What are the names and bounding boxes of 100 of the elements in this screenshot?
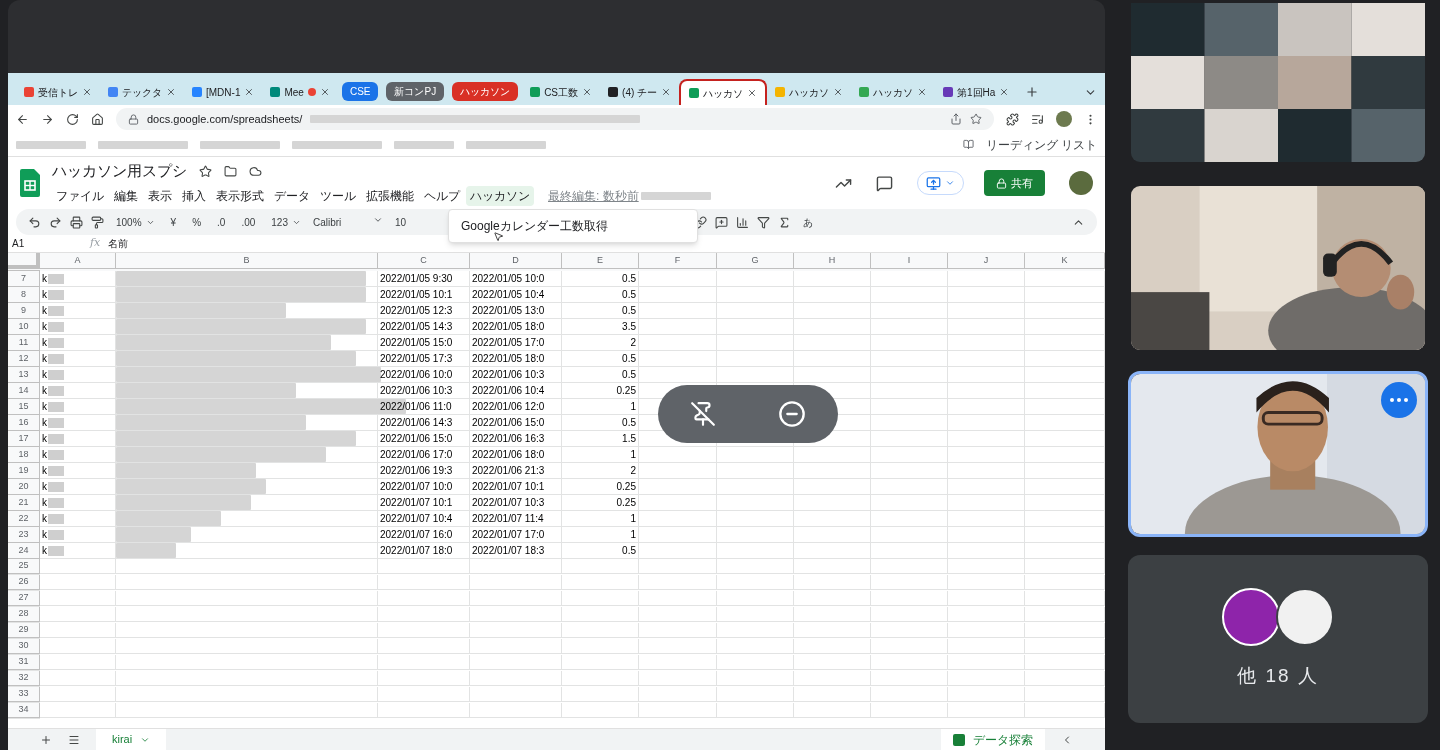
browser-tab[interactable]: ハッカソ bbox=[851, 79, 936, 105]
row-number[interactable]: 14 bbox=[8, 383, 40, 399]
column-header[interactable]: A bbox=[40, 253, 116, 269]
menu-item[interactable]: 挿入 bbox=[178, 185, 210, 206]
row-number[interactable]: 25 bbox=[8, 559, 40, 574]
minimize-icon[interactable] bbox=[778, 400, 806, 428]
row-number[interactable]: 27 bbox=[8, 591, 40, 606]
zoom-select[interactable]: 100% bbox=[112, 214, 159, 230]
menu-item[interactable]: データ bbox=[270, 185, 314, 206]
menu-item[interactable]: 表示 bbox=[144, 185, 176, 206]
row-number[interactable]: 22 bbox=[8, 511, 40, 527]
menu-item[interactable]: 編集 bbox=[110, 185, 142, 206]
row-number[interactable]: 18 bbox=[8, 447, 40, 463]
row-number[interactable]: 33 bbox=[8, 687, 40, 702]
row-number[interactable]: 13 bbox=[8, 367, 40, 383]
column-header[interactable]: E bbox=[562, 253, 639, 269]
media-control-icon[interactable] bbox=[1031, 112, 1044, 126]
add-sheet-icon[interactable] bbox=[40, 733, 52, 746]
close-icon[interactable] bbox=[917, 87, 928, 97]
format-select[interactable]: 123 bbox=[267, 214, 305, 230]
share-button[interactable]: 共有 bbox=[984, 170, 1045, 196]
tab-group-chip[interactable]: CSE bbox=[341, 82, 379, 101]
row-number[interactable]: 28 bbox=[8, 607, 40, 622]
sheet-tab[interactable]: kirai bbox=[96, 729, 167, 750]
account-avatar[interactable] bbox=[1069, 171, 1093, 195]
row-number[interactable]: 34 bbox=[8, 703, 40, 718]
close-icon[interactable] bbox=[319, 87, 330, 97]
currency-button[interactable]: ¥ bbox=[166, 214, 181, 230]
browser-tab[interactable]: ハッカソ bbox=[767, 79, 852, 105]
menu-item[interactable]: ヘルプ bbox=[420, 185, 464, 206]
column-header[interactable]: F bbox=[639, 253, 717, 269]
tab-group-chip[interactable]: ハッカソン bbox=[452, 82, 519, 101]
row-number[interactable]: 31 bbox=[8, 655, 40, 670]
comments-icon[interactable] bbox=[876, 174, 893, 192]
row-number[interactable]: 30 bbox=[8, 639, 40, 654]
column-header[interactable]: H bbox=[794, 253, 871, 269]
browser-tab[interactable]: CS工数 bbox=[522, 79, 601, 105]
column-header[interactable]: J bbox=[948, 253, 1025, 269]
chart-icon[interactable] bbox=[736, 215, 750, 229]
close-icon[interactable] bbox=[747, 88, 758, 98]
row-number[interactable]: 10 bbox=[8, 319, 40, 335]
row-number[interactable]: 23 bbox=[8, 527, 40, 543]
explore-button[interactable]: データ探索 bbox=[941, 729, 1045, 750]
column-header[interactable]: K bbox=[1025, 253, 1105, 269]
column-header[interactable]: G bbox=[717, 253, 794, 269]
input-tools-button[interactable]: あ bbox=[799, 214, 818, 230]
cell-reference[interactable]: A1 bbox=[12, 236, 82, 251]
redo-icon[interactable] bbox=[49, 215, 62, 229]
share-icon[interactable] bbox=[950, 113, 962, 125]
row-number[interactable]: 17 bbox=[8, 431, 40, 447]
address-bar[interactable]: docs.google.com/spreadsheets/ bbox=[116, 108, 994, 130]
menu-item[interactable]: ファイル bbox=[52, 185, 108, 206]
close-icon[interactable] bbox=[999, 87, 1010, 97]
bookmark-star-icon[interactable] bbox=[970, 113, 982, 125]
comment-icon[interactable] bbox=[715, 215, 729, 229]
row-number[interactable]: 15 bbox=[8, 399, 40, 415]
row-number[interactable]: 11 bbox=[8, 335, 40, 351]
reload-icon[interactable] bbox=[66, 112, 79, 126]
increase-decimal-button[interactable]: .00 bbox=[237, 214, 260, 230]
column-header[interactable]: D bbox=[470, 253, 562, 269]
unpin-icon[interactable] bbox=[690, 401, 716, 427]
row-number[interactable]: 29 bbox=[8, 623, 40, 638]
formula-input[interactable]: 名前 bbox=[108, 236, 1101, 251]
browser-tab[interactable]: [MDN-1 bbox=[184, 79, 263, 105]
menu-item[interactable]: ハッカソン bbox=[466, 185, 534, 206]
browser-tab[interactable]: (4) チー bbox=[600, 79, 680, 105]
menu-option[interactable]: Googleカレンダー工数取得 bbox=[449, 215, 697, 237]
row-number[interactable]: 21 bbox=[8, 495, 40, 511]
last-edit-link[interactable]: 最終編集: 数秒前 bbox=[548, 186, 639, 205]
back-icon[interactable] bbox=[16, 112, 29, 126]
font-select[interactable]: Calibri bbox=[313, 214, 383, 230]
star-icon[interactable] bbox=[199, 165, 212, 178]
menu-item[interactable]: ツール bbox=[316, 185, 360, 206]
undo-icon[interactable] bbox=[28, 215, 41, 229]
close-icon[interactable] bbox=[166, 87, 176, 97]
row-number[interactable]: 8 bbox=[8, 287, 40, 303]
tab-group-chip[interactable]: 新コンPJ bbox=[386, 82, 445, 101]
profile-avatar[interactable] bbox=[1056, 111, 1072, 127]
column-header[interactable]: C bbox=[378, 253, 470, 269]
row-number[interactable]: 26 bbox=[8, 575, 40, 590]
close-icon[interactable] bbox=[582, 87, 593, 97]
browser-tab[interactable]: 第1回Ha bbox=[935, 79, 1018, 105]
row-number[interactable]: 19 bbox=[8, 463, 40, 479]
row-number[interactable]: 7 bbox=[8, 271, 40, 287]
close-icon[interactable] bbox=[833, 87, 844, 97]
browser-tab[interactable]: Mee bbox=[262, 79, 338, 105]
menu-item[interactable]: 拡張機能 bbox=[362, 185, 418, 206]
home-icon[interactable] bbox=[91, 112, 104, 126]
font-size-select[interactable]: 10 bbox=[391, 214, 411, 230]
paint-format-icon[interactable] bbox=[91, 215, 104, 229]
row-number[interactable]: 24 bbox=[8, 543, 40, 559]
browser-tab[interactable]: ハッカソ bbox=[679, 79, 768, 105]
row-number[interactable]: 12 bbox=[8, 351, 40, 367]
document-title[interactable]: ハッカソン用スプシ bbox=[52, 160, 187, 183]
close-icon[interactable] bbox=[661, 87, 672, 97]
browser-tab[interactable]: 受信トレ bbox=[16, 79, 100, 105]
decrease-decimal-button[interactable]: .0 bbox=[213, 214, 230, 230]
row-number[interactable]: 20 bbox=[8, 479, 40, 495]
row-number[interactable]: 9 bbox=[8, 303, 40, 319]
row-number[interactable]: 16 bbox=[8, 415, 40, 431]
